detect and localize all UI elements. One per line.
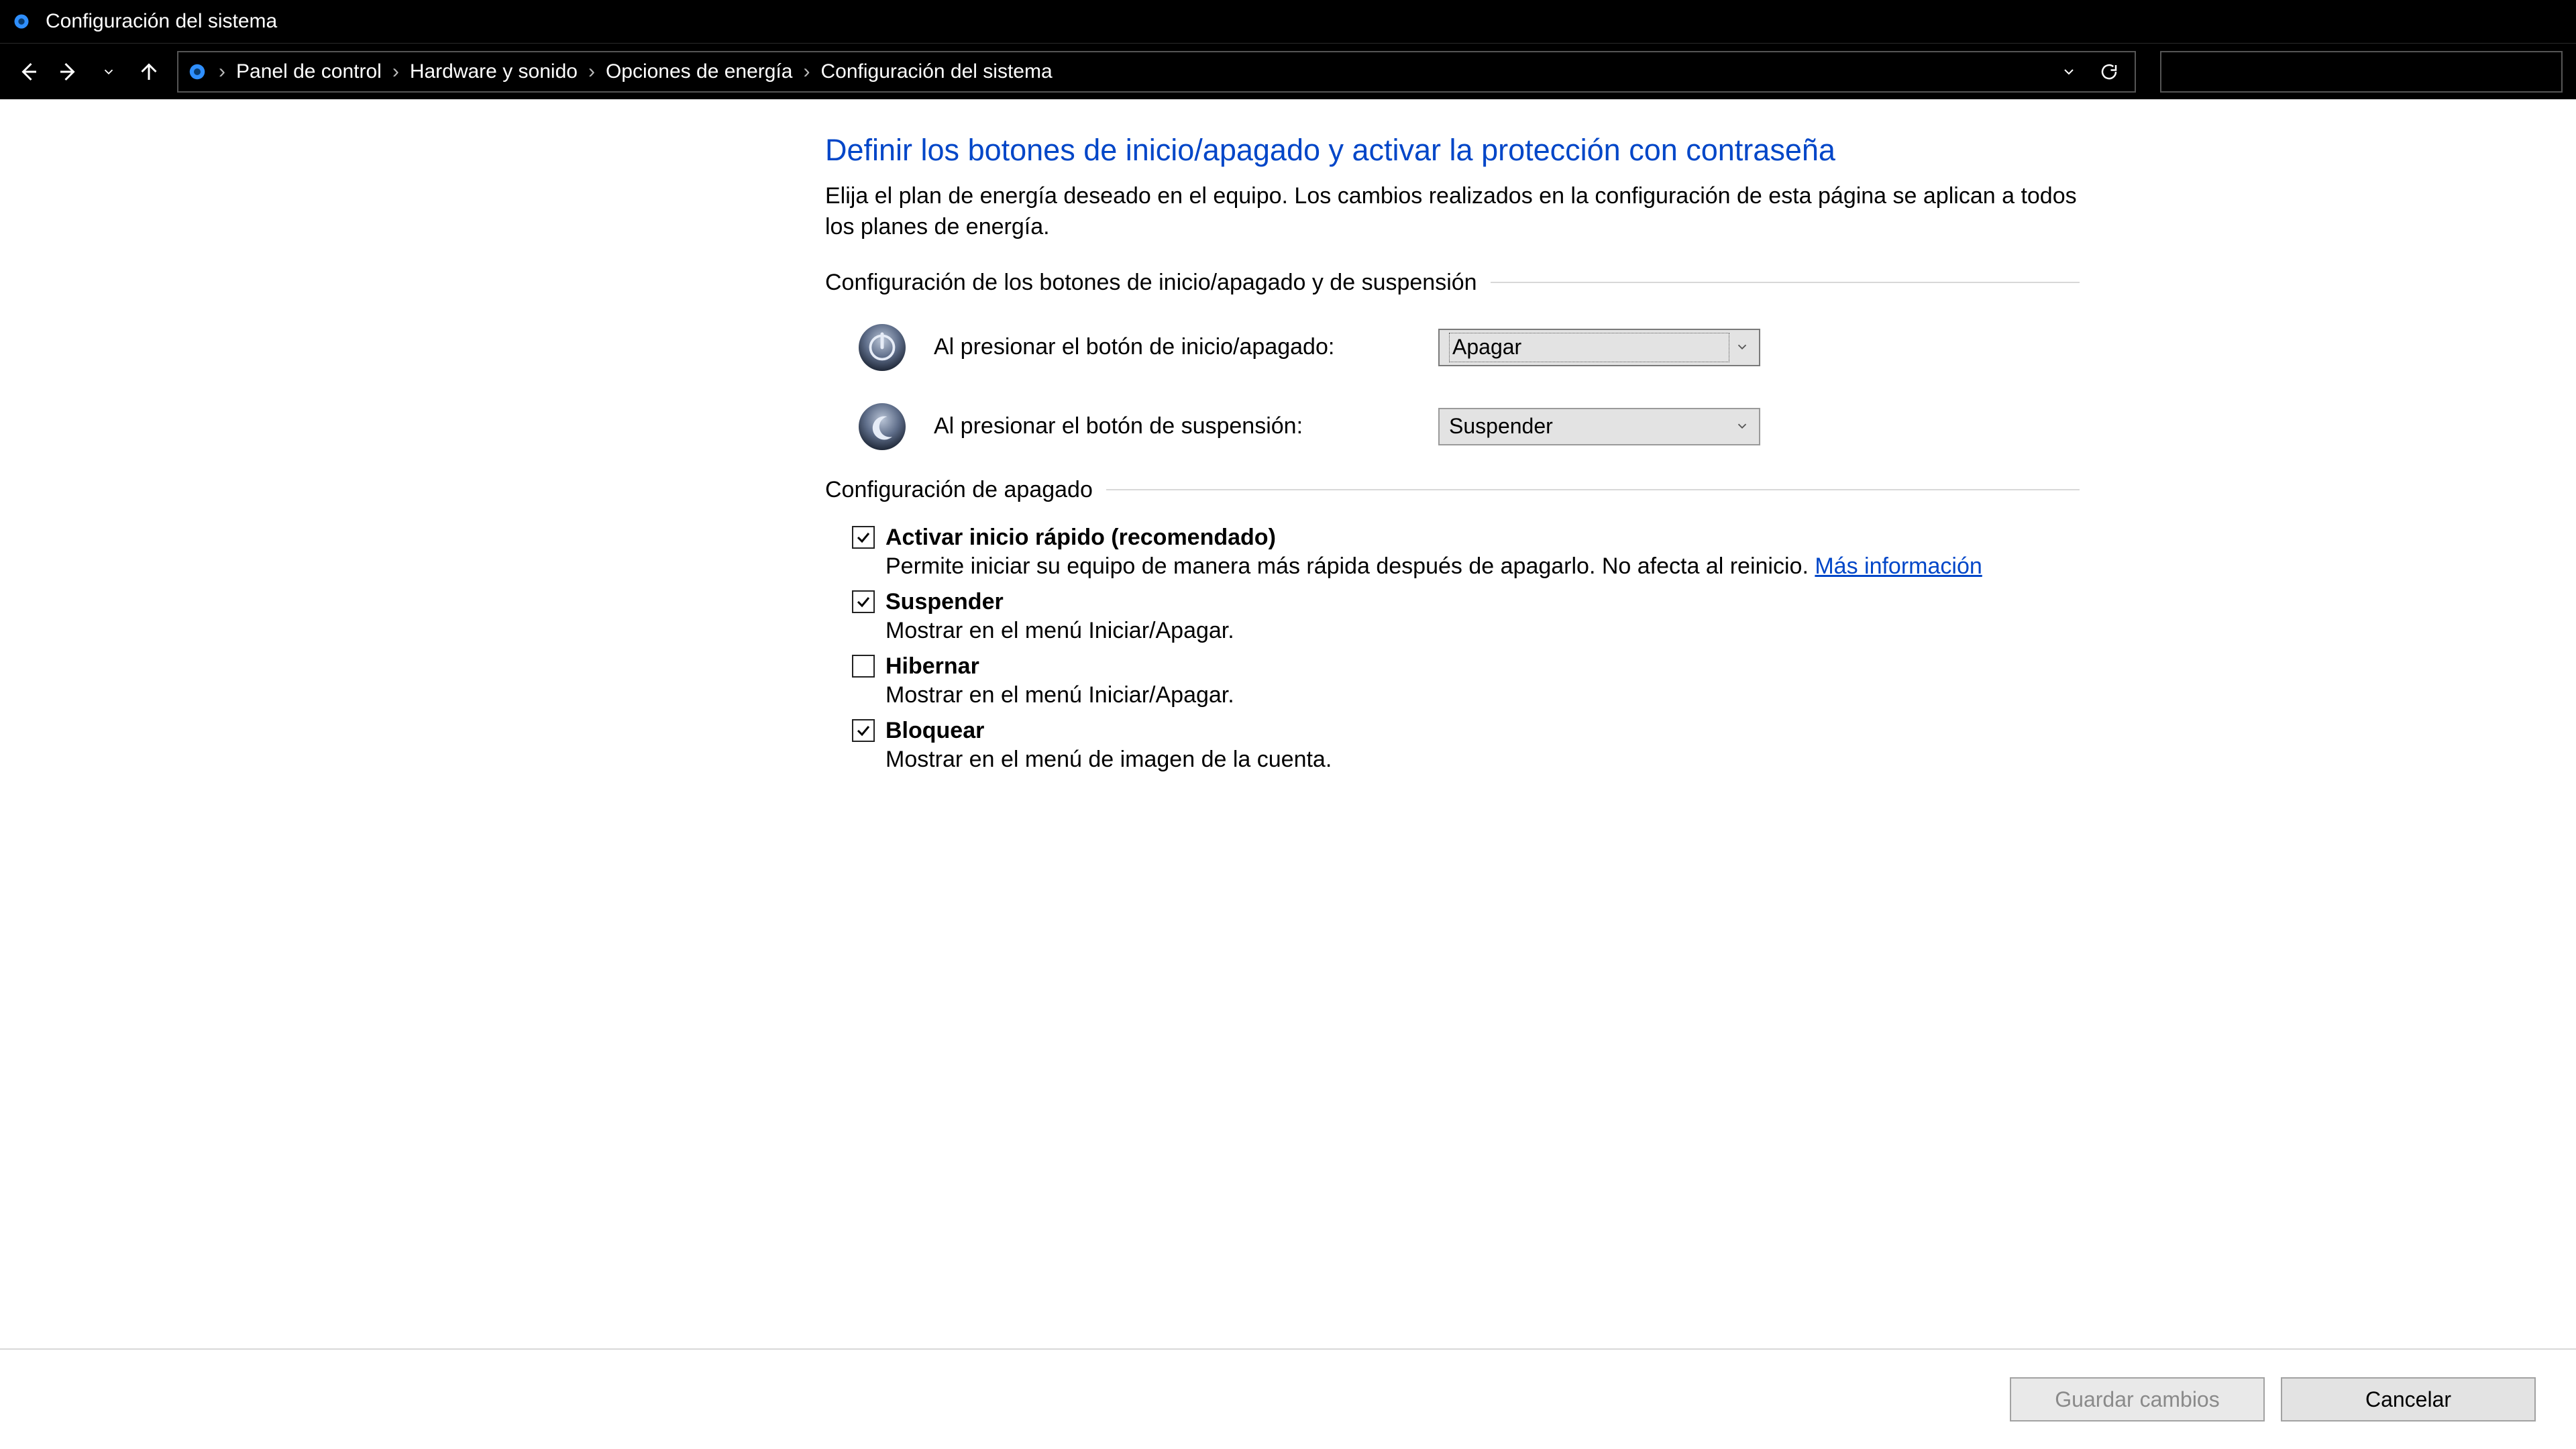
sleep-button-select[interactable]: Suspender (1438, 408, 1760, 445)
titlebar: Configuración del sistema (0, 0, 2576, 43)
nav-recent-button[interactable] (89, 52, 129, 92)
check-desc: Mostrar en el menú Iniciar/Apagar. (885, 682, 2080, 708)
checkbox-hibernate[interactable] (852, 655, 875, 678)
shutdown-checklist: Activar inicio rápido (recomendado) Perm… (825, 525, 2080, 773)
breadcrumb-sep: › (387, 60, 405, 83)
breadcrumb-sep: › (213, 60, 231, 83)
chevron-down-icon (1735, 414, 1750, 439)
checkbox-fast-startup[interactable] (852, 526, 875, 549)
breadcrumb-sep: › (583, 60, 600, 83)
chevron-down-icon (1735, 335, 1750, 360)
footer: Guardar cambios Cancelar (0, 1348, 2576, 1449)
address-history-button[interactable] (2050, 53, 2088, 91)
address-bar: › Panel de control › Hardware y sonido ›… (0, 43, 2576, 99)
check-row-hibernate: Hibernar Mostrar en el menú Iniciar/Apag… (852, 653, 2080, 708)
cp-icon (11, 11, 32, 32)
check-label: Bloquear (885, 718, 984, 744)
address-field[interactable]: › Panel de control › Hardware y sonido ›… (177, 51, 2136, 93)
checkbox-lock[interactable] (852, 719, 875, 742)
divider (1106, 489, 2080, 490)
refresh-button[interactable] (2090, 53, 2128, 91)
breadcrumb-item[interactable]: Panel de control (231, 60, 387, 83)
check-label: Activar inicio rápido (recomendado) (885, 525, 1276, 551)
page-heading: Definir los botones de inicio/apagado y … (825, 133, 2080, 168)
row-sleep-button: Al presionar el botón de suspensión: Sus… (825, 396, 2080, 457)
sleep-button-label: Al presionar el botón de suspensión: (934, 413, 1417, 439)
check-label: Suspender (885, 589, 1004, 615)
save-button[interactable]: Guardar cambios (2010, 1377, 2265, 1421)
group-legend: Configuración de los botones de inicio/a… (825, 270, 2080, 296)
nav-forward-button[interactable] (48, 52, 89, 92)
nav-back-button[interactable] (8, 52, 48, 92)
divider (1491, 282, 2080, 283)
power-button-select[interactable]: Apagar (1438, 329, 1760, 366)
select-value: Suspender (1449, 414, 1553, 439)
breadcrumb-item[interactable]: Configuración del sistema (815, 60, 1057, 83)
power-button-label: Al presionar el botón de inicio/apagado: (934, 334, 1417, 360)
search-field[interactable] (2160, 51, 2563, 93)
group-shutdown: Configuración de apagado Activar inicio … (825, 477, 2080, 773)
cancel-button[interactable]: Cancelar (2281, 1377, 2536, 1421)
legend-text: Configuración de los botones de inicio/a… (825, 270, 1477, 296)
breadcrumb-sep: › (798, 60, 815, 83)
more-info-link[interactable]: Más información (1815, 553, 1982, 579)
power-icon (852, 317, 912, 378)
breadcrumb-item[interactable]: Opciones de energía (600, 60, 798, 83)
row-power-button: Al presionar el botón de inicio/apagado:… (825, 317, 2080, 378)
desc-text: Permite iniciar su equipo de manera más … (885, 553, 1815, 579)
check-row-fast-startup: Activar inicio rápido (recomendado) Perm… (852, 525, 2080, 580)
check-label: Hibernar (885, 653, 979, 680)
checkbox-suspend[interactable] (852, 590, 875, 613)
breadcrumb-item[interactable]: Hardware y sonido (405, 60, 583, 83)
check-desc: Mostrar en el menú Iniciar/Apagar. (885, 618, 2080, 644)
nav-up-button[interactable] (129, 52, 169, 92)
check-row-lock: Bloquear Mostrar en el menú de imagen de… (852, 718, 2080, 773)
page-description: Elija el plan de energía deseado en el e… (825, 181, 2080, 243)
check-row-suspend: Suspender Mostrar en el menú Iniciar/Apa… (852, 589, 2080, 644)
group-legend: Configuración de apagado (825, 477, 2080, 503)
select-value: Apagar (1449, 333, 1729, 362)
check-desc: Permite iniciar su equipo de manera más … (885, 553, 2080, 580)
check-desc: Mostrar en el menú de imagen de la cuent… (885, 747, 2080, 773)
window-title: Configuración del sistema (46, 10, 277, 33)
group-power-buttons: Configuración de los botones de inicio/a… (825, 270, 2080, 457)
cp-icon (185, 60, 209, 84)
sleep-icon (852, 396, 912, 457)
content-area: Definir los botones de inicio/apagado y … (0, 99, 2576, 1348)
legend-text: Configuración de apagado (825, 477, 1093, 503)
